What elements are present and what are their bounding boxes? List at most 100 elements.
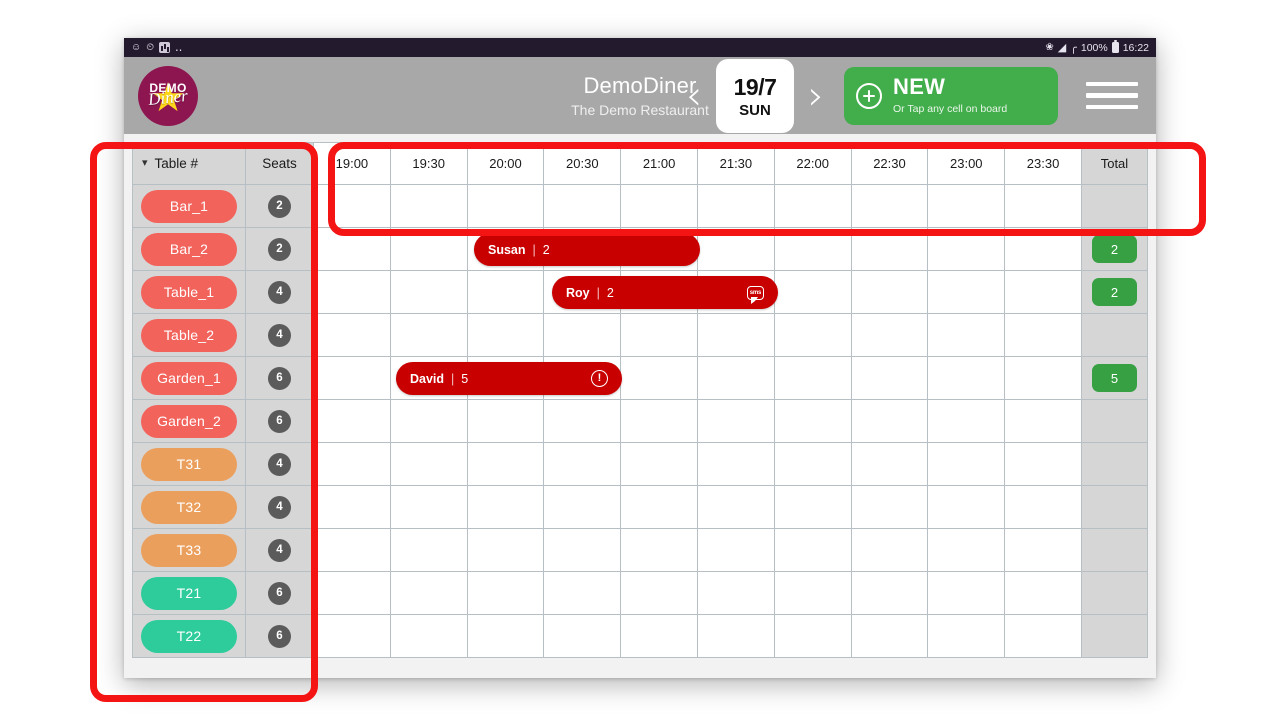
- hamburger-icon[interactable]: [1086, 81, 1138, 110]
- timeslot-cell[interactable]: [1005, 615, 1082, 658]
- timeslot-cell[interactable]: [697, 443, 775, 486]
- timeslot-cell[interactable]: [390, 615, 468, 658]
- table-number-header[interactable]: ▾ Table #: [132, 142, 246, 185]
- timeslot-cell[interactable]: [697, 400, 775, 443]
- timeslot-cell[interactable]: [1005, 572, 1082, 615]
- timeslot-cell[interactable]: [697, 529, 775, 572]
- timeslot-cell[interactable]: [1005, 529, 1082, 572]
- timeslot-cell[interactable]: [390, 314, 468, 357]
- table-pill[interactable]: T22: [141, 619, 237, 653]
- table-pill[interactable]: T33: [141, 533, 237, 567]
- timeslot-cell[interactable]: [851, 271, 929, 314]
- table-pill[interactable]: Garden_2: [141, 404, 237, 438]
- timeslot-cell[interactable]: [928, 357, 1006, 400]
- timeslot-cell[interactable]: [314, 228, 391, 271]
- timeslot-cell[interactable]: [1005, 228, 1082, 271]
- timeslot-cell[interactable]: [697, 615, 775, 658]
- table-name-cell[interactable]: T21: [132, 572, 246, 615]
- table-pill[interactable]: T32: [141, 490, 237, 524]
- timeslot-cell[interactable]: [544, 572, 622, 615]
- table-name-cell[interactable]: T33: [132, 529, 246, 572]
- timeslot-cell[interactable]: [774, 357, 852, 400]
- timeslot-cell[interactable]: [851, 615, 929, 658]
- timeslot-cell[interactable]: [544, 529, 622, 572]
- timeslot-cell[interactable]: [928, 443, 1006, 486]
- table-pill[interactable]: Garden_1: [141, 361, 237, 395]
- timeslot-cell[interactable]: [851, 400, 929, 443]
- timeslot-cell[interactable]: [544, 314, 622, 357]
- timeslot-cell[interactable]: [1005, 357, 1082, 400]
- timeslot-cell[interactable]: [1005, 400, 1082, 443]
- timeslot-cell[interactable]: [544, 185, 622, 228]
- timeslot-cell[interactable]: [774, 529, 852, 572]
- table-pill[interactable]: Bar_1: [141, 189, 237, 223]
- timeslot-cell[interactable]: [697, 228, 775, 271]
- timeslot-cell[interactable]: [621, 185, 698, 228]
- timeslot-cell[interactable]: [697, 486, 775, 529]
- reservation-block[interactable]: Roy | 2 sms: [552, 276, 778, 309]
- table-pill[interactable]: Bar_2: [141, 232, 237, 266]
- timeslot-cell[interactable]: [314, 271, 391, 314]
- timeslot-cell[interactable]: [774, 443, 852, 486]
- timeslot-cell[interactable]: [1005, 271, 1082, 314]
- timeslot-cell[interactable]: [390, 486, 468, 529]
- timeslot-cell[interactable]: [314, 615, 391, 658]
- timeslot-cell[interactable]: [697, 185, 775, 228]
- reservation-block[interactable]: Susan | 2: [474, 233, 700, 266]
- timeslot-cell[interactable]: [544, 615, 622, 658]
- timeslot-cell[interactable]: [390, 443, 468, 486]
- table-name-cell[interactable]: T31: [132, 443, 246, 486]
- table-name-cell[interactable]: Table_2: [132, 314, 246, 357]
- reservation-block[interactable]: David | 5!: [396, 362, 622, 395]
- timeslot-cell[interactable]: [621, 443, 698, 486]
- table-name-cell[interactable]: Garden_1: [132, 357, 246, 400]
- timeslot-cell[interactable]: [928, 314, 1006, 357]
- timeslot-cell[interactable]: [928, 529, 1006, 572]
- timeslot-cell[interactable]: [851, 228, 929, 271]
- timeslot-cell[interactable]: [851, 357, 929, 400]
- timeslot-cell[interactable]: [774, 486, 852, 529]
- table-name-cell[interactable]: Garden_2: [132, 400, 246, 443]
- timeslot-cell[interactable]: [774, 615, 852, 658]
- timeslot-cell[interactable]: [621, 572, 698, 615]
- timeslot-cell[interactable]: [467, 443, 545, 486]
- timeslot-cell[interactable]: [621, 615, 698, 658]
- timeslot-cell[interactable]: [1005, 486, 1082, 529]
- timeslot-cell[interactable]: [851, 185, 929, 228]
- timeslot-cell[interactable]: [1005, 443, 1082, 486]
- next-day-button[interactable]: ›: [804, 76, 828, 116]
- timeslot-cell[interactable]: [314, 572, 391, 615]
- timeslot-cell[interactable]: [544, 400, 622, 443]
- timeslot-cell[interactable]: [390, 572, 468, 615]
- timeslot-cell[interactable]: [621, 400, 698, 443]
- new-reservation-button[interactable]: NEW Or Tap any cell on board: [844, 66, 1058, 125]
- timeslot-cell[interactable]: [621, 529, 698, 572]
- table-name-cell[interactable]: Table_1: [132, 271, 246, 314]
- timeslot-cell[interactable]: [314, 529, 391, 572]
- timeslot-cell[interactable]: [621, 486, 698, 529]
- timeslot-cell[interactable]: [390, 529, 468, 572]
- timeslot-cell[interactable]: [467, 271, 545, 314]
- timeslot-cell[interactable]: [467, 486, 545, 529]
- timeslot-cell[interactable]: [467, 314, 545, 357]
- timeslot-cell[interactable]: [774, 314, 852, 357]
- timeslot-cell[interactable]: [390, 228, 468, 271]
- timeslot-cell[interactable]: [544, 486, 622, 529]
- table-name-cell[interactable]: Bar_1: [132, 185, 246, 228]
- timeslot-cell[interactable]: [697, 357, 775, 400]
- timeslot-cell[interactable]: [928, 400, 1006, 443]
- table-name-cell[interactable]: Bar_2: [132, 228, 246, 271]
- timeslot-cell[interactable]: [467, 572, 545, 615]
- table-pill[interactable]: T21: [141, 576, 237, 610]
- timeslot-cell[interactable]: [774, 572, 852, 615]
- timeslot-cell[interactable]: [851, 443, 929, 486]
- timeslot-cell[interactable]: [697, 314, 775, 357]
- timeslot-cell[interactable]: [621, 357, 698, 400]
- timeslot-cell[interactable]: [774, 185, 852, 228]
- timeslot-cell[interactable]: [467, 400, 545, 443]
- timeslot-cell[interactable]: [928, 615, 1006, 658]
- timeslot-cell[interactable]: [928, 572, 1006, 615]
- timeslot-cell[interactable]: [390, 185, 468, 228]
- timeslot-cell[interactable]: [467, 615, 545, 658]
- timeslot-cell[interactable]: [390, 400, 468, 443]
